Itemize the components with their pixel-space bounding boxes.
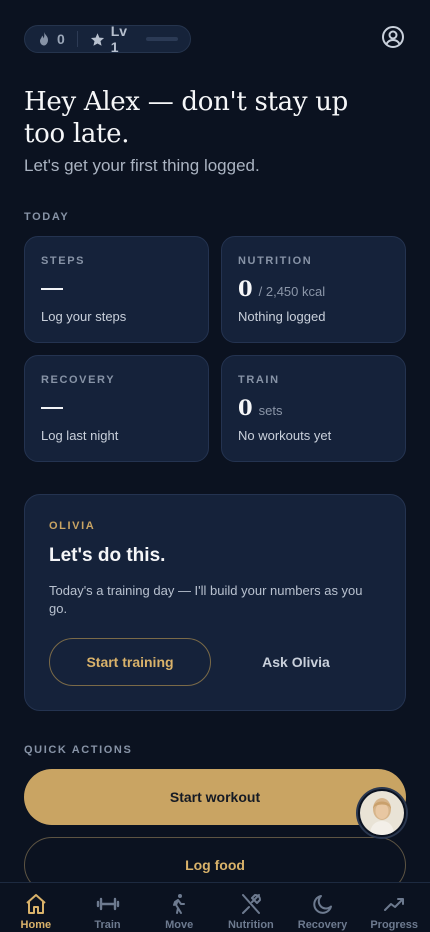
xp-progress-bar: [145, 37, 178, 41]
dumbbell-icon: [96, 891, 120, 917]
empty-value-dash: [41, 407, 63, 409]
flame-icon: [37, 31, 51, 47]
card-unit: / 2,450 kcal: [258, 284, 326, 299]
coach-actions: Start training Ask Olivia: [49, 638, 381, 686]
star-icon: [90, 32, 105, 47]
tab-label: Train: [94, 919, 121, 931]
quick-actions-label: QUICK ACTIONS: [24, 744, 133, 756]
trend-icon: [382, 891, 406, 917]
greeting-title: Hey Alex — don't stay up too late.: [24, 87, 349, 149]
coach-name: OLIVIA: [49, 520, 96, 532]
card-number: 0: [238, 276, 253, 301]
card-label: RECOVERY: [41, 374, 116, 386]
card-number: 0: [238, 395, 253, 420]
today-section-label: TODAY: [24, 211, 70, 223]
streak-count: 0: [57, 31, 65, 47]
card-note: No workouts yet: [238, 428, 332, 443]
user-icon: [381, 25, 405, 54]
pill-divider: [76, 31, 78, 47]
home-icon: [24, 891, 48, 917]
coach-message: Today's a training day — I'll build your…: [49, 583, 363, 616]
card-unit: sets: [258, 403, 283, 418]
coach-headline: Let's do this.: [49, 545, 166, 566]
card-note: Nothing logged: [238, 309, 326, 324]
start-workout-button[interactable]: Start workout: [24, 769, 406, 825]
nutrition-card[interactable]: NUTRITION 0 / 2,450 kcal Nothing logged: [221, 236, 406, 343]
card-label: TRAIN: [238, 374, 280, 386]
tab-label: Recovery: [297, 919, 348, 931]
card-value: [41, 276, 192, 302]
walking-icon: [167, 891, 191, 917]
tab-label: Nutrition: [227, 919, 274, 931]
card-label: NUTRITION: [238, 255, 313, 267]
tab-progress[interactable]: Progress: [358, 883, 430, 932]
train-card[interactable]: TRAIN 0 sets No workouts yet: [221, 355, 406, 462]
greeting-subtitle: Let's get your first thing logged.: [24, 156, 260, 175]
tab-recovery[interactable]: Recovery: [287, 883, 359, 932]
tab-move[interactable]: Move: [143, 883, 215, 932]
stats-pill[interactable]: 0 Lv 1: [24, 23, 191, 55]
tab-nutrition[interactable]: Nutrition: [215, 883, 287, 932]
card-value: 0 / 2,450 kcal: [238, 276, 389, 302]
steps-card[interactable]: STEPS Log your steps: [24, 236, 209, 343]
tab-label: Move: [165, 919, 194, 931]
tab-label: Progress: [370, 919, 419, 931]
tab-label: Home: [20, 919, 52, 931]
tab-train[interactable]: Train: [72, 883, 144, 932]
level-label: Lv 1: [110, 23, 128, 55]
card-note: Log last night: [41, 428, 119, 443]
coach-card: OLIVIA Let's do this. Today's a training…: [24, 494, 406, 711]
utensils-icon: [239, 891, 263, 917]
avatar-photo: [360, 791, 404, 835]
card-value: [41, 395, 192, 421]
profile-button[interactable]: [380, 25, 406, 54]
card-value: 0 sets: [238, 395, 389, 421]
moon-icon: [311, 891, 335, 917]
bottom-tab-bar: Home Train Move Nutrition Recovery Progr…: [0, 882, 430, 932]
coach-avatar-button[interactable]: [358, 789, 406, 837]
start-training-button[interactable]: Start training: [49, 638, 211, 686]
top-bar: 0 Lv 1: [24, 23, 406, 55]
tab-home[interactable]: Home: [0, 883, 72, 932]
ask-olivia-button[interactable]: Ask Olivia: [211, 654, 381, 670]
card-label: STEPS: [41, 255, 86, 267]
card-note: Log your steps: [41, 309, 127, 324]
empty-value-dash: [41, 288, 63, 290]
recovery-card[interactable]: RECOVERY Log last night: [24, 355, 209, 462]
